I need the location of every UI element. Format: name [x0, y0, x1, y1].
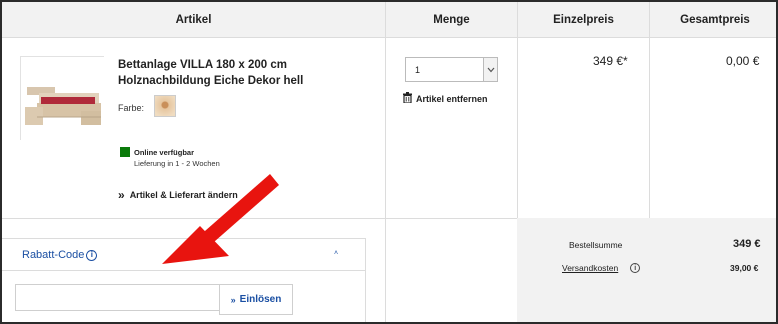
- coupon-divider: [2, 270, 366, 271]
- column-divider: [649, 2, 650, 218]
- header-gesamtpreis: Gesamtpreis: [650, 2, 776, 38]
- double-chevron-right-icon: »: [118, 188, 125, 202]
- shipping-costs-link[interactable]: Versandkosten: [562, 263, 618, 273]
- info-icon[interactable]: i: [630, 263, 641, 273]
- coupon-title: Rabatt-Code: [22, 249, 85, 261]
- coupon-toggle[interactable]: Rabatt-Code i: [22, 249, 98, 261]
- quantity-value: 1: [415, 64, 421, 75]
- availability-text: Online verfügbar: [134, 148, 195, 157]
- chevron-up-icon[interactable]: ˄: [334, 250, 338, 257]
- header-einzelpreis: Einzelpreis: [518, 2, 649, 38]
- unit-price: 349 €*: [593, 54, 628, 68]
- column-divider: [385, 2, 386, 322]
- shipping-costs-row: Versandkosten i: [562, 263, 641, 273]
- chevron-down-icon[interactable]: [483, 58, 497, 81]
- trash-icon: [403, 92, 412, 105]
- change-article-link[interactable]: » Artikel & Lieferart ändern: [118, 188, 238, 202]
- shipping-costs-value: 39,00 €: [730, 263, 759, 273]
- double-chevron-right-icon: »: [230, 294, 236, 305]
- header-artikel: Artikel: [2, 2, 385, 38]
- order-total-label: Bestellsumme: [569, 240, 623, 250]
- change-article-label: Artikel & Lieferart ändern: [129, 190, 238, 200]
- total-price: 0,00 €: [726, 54, 760, 68]
- order-total-value: 349 €: [733, 238, 761, 250]
- header-menge: Menge: [386, 2, 517, 38]
- color-label: Farbe:: [118, 103, 145, 113]
- redeem-label: Einlösen: [239, 294, 282, 305]
- product-name[interactable]: Bettanlage VILLA 180 x 200 cm Holznachbi…: [118, 57, 358, 89]
- product-image[interactable]: [20, 56, 105, 141]
- color-swatch: [154, 95, 176, 117]
- info-icon[interactable]: i: [86, 249, 98, 261]
- remove-article-label: Artikel entfernen: [416, 93, 488, 104]
- availability-indicator-icon: [120, 147, 130, 157]
- remove-article-button[interactable]: Artikel entfernen: [403, 92, 488, 105]
- quantity-select[interactable]: 1: [405, 57, 498, 82]
- cart-table: Artikel Menge Einzelpreis Gesamtpreis Be…: [0, 0, 778, 324]
- coupon-code-input[interactable]: [15, 284, 220, 311]
- redeem-button[interactable]: » Einlösen: [219, 284, 293, 315]
- delivery-time: Lieferung in 1 - 2 Wochen: [134, 159, 220, 168]
